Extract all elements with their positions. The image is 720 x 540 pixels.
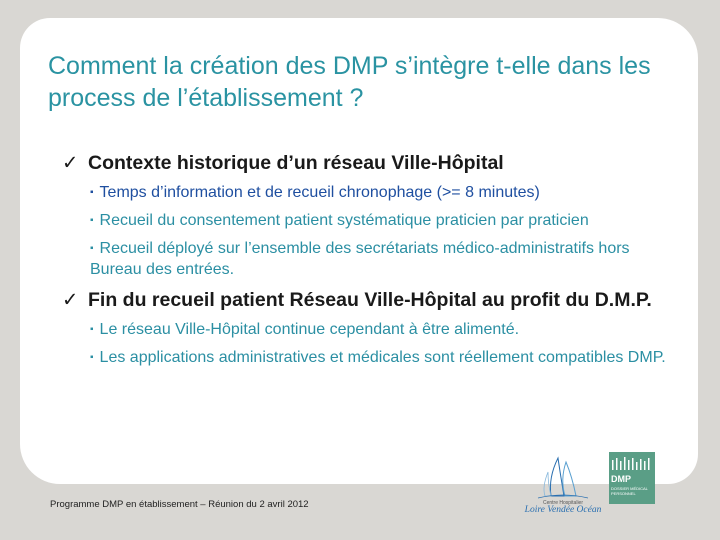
sub-bullet-text: Le réseau Ville-Hôpital continue cependa… [99,321,520,338]
checkmark-icon: ✓ [62,289,79,311]
sub-bullet-text: Recueil du consentement patient systémat… [99,212,589,229]
hospital-logo: Centre Hospitalier Loire Vendée Océan [518,452,608,515]
square-bullet-icon: ▪ [90,215,94,226]
sub-bullet: ▪ Les applications administratives et méd… [90,347,674,368]
slide-content: ✓ Contexte historique d’un réseau Ville-… [62,150,674,375]
sub-bullet: ▪ Le réseau Ville-Hôpital continue cepend… [90,319,674,340]
heading-text: Contexte historique d’un réseau Ville-Hô… [88,152,504,174]
dmp-logo-subtitle: DOSSIER MÉDICAL PERSONNEL [611,486,648,496]
bullet-heading-2: ✓ Fin du recueil patient Réseau Ville-Hô… [62,287,674,313]
heading-text: Fin du recueil patient Réseau Ville-Hôpi… [88,289,652,311]
hospital-name: Loire Vendée Océan [524,505,602,515]
checkmark-icon: ✓ [62,152,79,174]
sub-bullet: ▪ Temps d’information et de recueil chron… [90,182,674,203]
square-bullet-icon: ▪ [90,243,94,254]
slide-footer: Programme DMP en établissement – Réunion… [50,499,309,510]
dmp-logo-text: DMP [611,474,631,484]
slide-title: Comment la création des DMP s’intègre t-… [48,52,651,112]
sub-bullet: ▪ Recueil du consentement patient systéma… [90,210,674,231]
sub-bullet-text: Recueil déployé sur l’ensemble des secré… [90,240,630,278]
dmp-logo: DMP DOSSIER MÉDICAL PERSONNEL [609,452,655,504]
square-bullet-icon: ▪ [90,324,94,335]
bullet-heading-1: ✓ Contexte historique d’un réseau Ville-… [62,150,674,176]
sail-logo-icon [537,456,589,499]
sub-bullet-text: Les applications administratives et médi… [99,349,666,366]
sub-bullet: ▪ Recueil déployé sur l’ensemble des secr… [90,238,674,280]
square-bullet-icon: ▪ [90,187,94,198]
sub-bullet-text: Temps d’information et de recueil chrono… [99,184,540,201]
square-bullet-icon: ▪ [90,352,94,363]
